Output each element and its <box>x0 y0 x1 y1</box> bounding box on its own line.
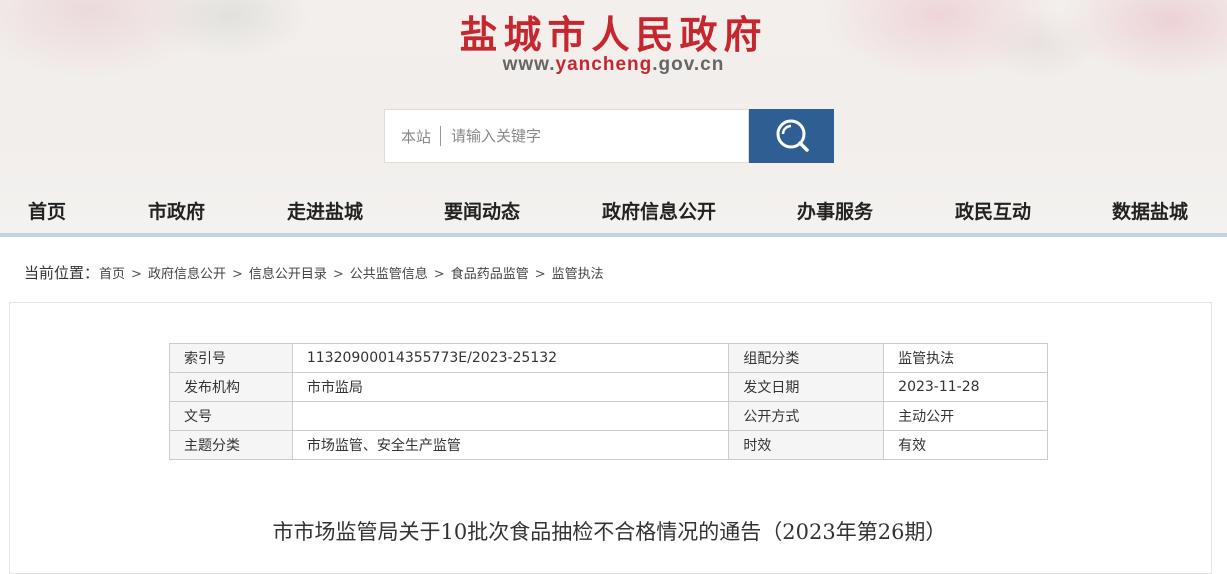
meta-value: 主动公开 <box>883 401 1048 431</box>
domain-mid: yancheng <box>555 54 653 75</box>
search-input[interactable] <box>451 122 731 150</box>
search-divider <box>440 126 441 146</box>
main-nav: 首页 市政府 走进盐城 要闻动态 政府信息公开 办事服务 政民互动 数据盐城 <box>0 185 1227 233</box>
site-domain: www.yancheng.gov.cn <box>0 54 1227 76</box>
meta-value: 监管执法 <box>883 343 1048 373</box>
meta-value: 市市监局 <box>291 372 730 402</box>
meta-value: 市场监管、安全生产监管 <box>291 430 730 460</box>
breadcrumb-link[interactable]: 监管执法 <box>552 267 604 282</box>
search-scope[interactable]: 本站 <box>401 126 431 147</box>
nav-item-home[interactable]: 首页 <box>28 197 66 224</box>
meta-label: 发文日期 <box>728 372 885 402</box>
nav-item-services[interactable]: 办事服务 <box>797 197 873 224</box>
breadcrumb-separator: > <box>433 267 445 282</box>
breadcrumb: 当前位置：首页 > 政府信息公开 > 信息公开目录 > 公共监管信息 > 食品药品监管 > 监管执法 <box>24 262 604 283</box>
meta-value: 有效 <box>883 430 1048 460</box>
meta-value: 11320900014355773E/2023-25132 <box>291 343 730 373</box>
meta-label: 文号 <box>169 401 293 431</box>
site-header: 盐城市人民政府 www.yancheng.gov.cn 本站 首页 市政府 走进… <box>0 0 1227 235</box>
breadcrumb-link[interactable]: 公共监管信息 <box>350 267 428 282</box>
meta-label: 索引号 <box>169 343 293 373</box>
domain-prefix: www. <box>502 54 556 75</box>
breadcrumb-separator: > <box>332 267 344 282</box>
breadcrumb-separator: > <box>534 267 546 282</box>
breadcrumb-link[interactable]: 信息公开目录 <box>249 267 327 282</box>
meta-value: 2023-11-28 <box>883 372 1048 402</box>
breadcrumb-link[interactable]: 政府信息公开 <box>148 267 226 282</box>
breadcrumb-lead: 当前位置： <box>24 264 100 282</box>
meta-label: 主题分类 <box>169 430 293 460</box>
domain-suffix: .gov.cn <box>652 54 725 75</box>
nav-item-about-yancheng[interactable]: 走进盐城 <box>287 197 363 224</box>
nav-item-city-government[interactable]: 市政府 <box>148 197 205 224</box>
breadcrumb-separator: > <box>131 267 142 282</box>
meta-label: 发布机构 <box>169 372 293 402</box>
nav-underline <box>0 233 1227 237</box>
table-row: 文号 公开方式 主动公开 <box>169 401 1048 431</box>
nav-item-info-disclosure[interactable]: 政府信息公开 <box>602 197 716 224</box>
meta-value <box>291 401 730 431</box>
nav-item-interaction[interactable]: 政民互动 <box>955 197 1031 224</box>
table-row: 主题分类 市场监管、安全生产监管 时效 有效 <box>169 430 1048 460</box>
search-button[interactable] <box>749 109 834 163</box>
breadcrumb-link[interactable]: 食品药品监管 <box>451 267 529 282</box>
breadcrumb-separator: > <box>231 267 243 282</box>
breadcrumb-link[interactable]: 首页 <box>99 267 125 282</box>
document-meta-table: 索引号 11320900014355773E/2023-25132 组配分类 监… <box>169 343 1048 460</box>
meta-label: 时效 <box>728 430 885 460</box>
meta-label: 公开方式 <box>728 401 885 431</box>
document-title: 市市场监管局关于10批次食品抽检不合格情况的通告（2023年第26期） <box>272 520 947 544</box>
search-icon <box>776 119 809 152</box>
search-box: 本站 <box>384 109 749 163</box>
table-row: 发布机构 市市监局 发文日期 2023-11-28 <box>169 372 1048 402</box>
nav-item-news[interactable]: 要闻动态 <box>444 197 520 224</box>
nav-item-data[interactable]: 数据盐城 <box>1112 197 1188 224</box>
table-row: 索引号 11320900014355773E/2023-25132 组配分类 监… <box>169 343 1048 373</box>
meta-label: 组配分类 <box>728 343 885 373</box>
site-title[interactable]: 盐城市人民政府 <box>0 4 1227 59</box>
